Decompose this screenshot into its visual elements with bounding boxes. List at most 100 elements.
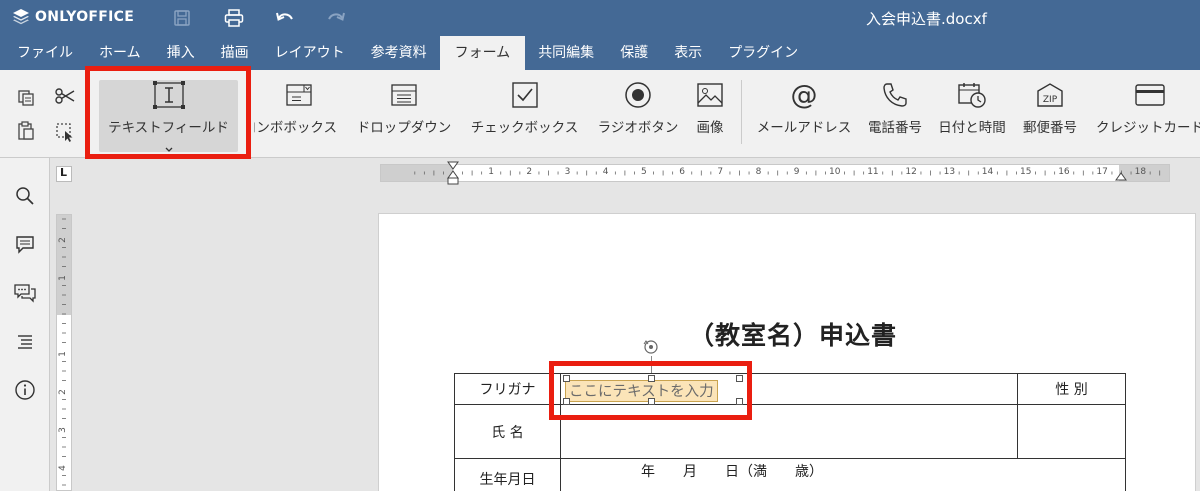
document-page[interactable]: （教室名）申込書 フリガナ 性 別 氏 名 生年月日 年 月 日（満 歳） ここ…	[378, 213, 1196, 491]
image-icon	[696, 80, 724, 110]
svg-text:ZIP: ZIP	[1043, 95, 1058, 105]
checkbox-icon	[510, 80, 540, 110]
radio-button-label: ラジオボタン	[597, 120, 679, 136]
combo-box-button[interactable]: コンボボックス	[254, 80, 344, 152]
combo-box-label: コンボボックス	[254, 120, 338, 136]
tab-collaboration[interactable]: 共同編集	[525, 36, 607, 70]
ruler-number: 16	[1058, 167, 1070, 177]
ruler-number: 9	[793, 167, 800, 177]
tab-view[interactable]: 表示	[661, 36, 715, 70]
gender-cell[interactable]	[1017, 404, 1126, 459]
horizontal-ruler[interactable]: 1 2 3 4 5 6 7 8 9 10 11 12 13 14 15 16 17 18	[380, 161, 1170, 185]
ruler-number: 4	[602, 167, 609, 177]
redo-icon[interactable]	[324, 6, 348, 30]
ruler-number: 13	[943, 167, 956, 177]
ruler-number: 1	[57, 275, 68, 281]
undo-icon[interactable]	[273, 6, 297, 30]
print-icon[interactable]	[222, 6, 246, 30]
vertical-ruler[interactable]: 2 1 1 2 3 4	[56, 214, 72, 491]
zip-code-icon: ZIP	[1035, 80, 1065, 110]
highlight-text-field-button	[85, 66, 251, 159]
tab-insert[interactable]: 挿入	[154, 36, 208, 70]
ruler-number: 7	[717, 167, 724, 177]
tab-references[interactable]: 参考資料	[358, 36, 440, 70]
checkbox-label: チェックボックス	[470, 120, 579, 136]
cut-icon[interactable]	[53, 84, 77, 108]
ruler-number: 2	[526, 167, 533, 177]
checkbox-button[interactable]: チェックボックス	[466, 80, 583, 152]
dropdown-icon	[389, 80, 419, 110]
ruler-number: 8	[755, 167, 762, 177]
email-label: メールアドレス	[756, 120, 852, 136]
phone-label: 電話番号	[868, 120, 922, 136]
zip-code-label: 郵便番号	[1023, 120, 1077, 136]
birthdate-label: 生年月日	[454, 458, 561, 491]
phone-icon	[881, 80, 909, 110]
gender-label: 性 別	[1017, 373, 1126, 405]
ruler-number: 1	[488, 167, 494, 177]
indent-marker-icon[interactable]	[447, 161, 459, 185]
ruler-number: 3	[57, 427, 68, 433]
tab-stop-selector[interactable]: L	[56, 166, 72, 182]
tab-stop-mark: L	[60, 166, 68, 179]
calendar-clock-icon	[957, 80, 987, 110]
logo-text: ONLYOFFICE	[35, 9, 135, 25]
image-button[interactable]: 画像	[690, 80, 730, 152]
ruler-number: 5	[641, 167, 647, 177]
tab-layout[interactable]: レイアウト	[262, 36, 358, 70]
right-indent-marker-icon[interactable]	[1115, 171, 1127, 181]
onlyoffice-logo-icon	[13, 9, 29, 25]
ruler-number: 2	[57, 389, 68, 395]
navigation-icon[interactable]	[13, 330, 37, 354]
info-icon[interactable]	[13, 378, 37, 402]
tab-home[interactable]: ホーム	[86, 36, 154, 70]
tab-protection[interactable]: 保護	[607, 36, 661, 70]
credit-card-icon	[1134, 80, 1166, 110]
app-logo: ONLYOFFICE	[12, 8, 134, 26]
combo-box-icon	[284, 80, 314, 110]
date-time-button[interactable]: 日付と時間	[934, 80, 1010, 152]
ruler-number: 15	[1020, 167, 1032, 177]
left-sidebar	[0, 158, 50, 491]
select-all-icon[interactable]	[53, 120, 77, 144]
radio-button[interactable]: ラジオボタン	[593, 80, 683, 152]
rotate-handle-icon[interactable]	[642, 338, 660, 356]
dropdown-label: ドロップダウン	[356, 120, 452, 136]
birthdate-value[interactable]: 年 月 日（満 歳）	[560, 458, 1126, 491]
credit-card-button[interactable]: クレジットカード	[1090, 80, 1200, 152]
tab-file[interactable]: ファイル	[4, 36, 86, 70]
chat-icon[interactable]	[13, 281, 37, 305]
ruler-number: 11	[867, 167, 879, 177]
dropdown-button[interactable]: ドロップダウン	[354, 80, 454, 152]
toolbar-separator	[741, 80, 742, 144]
tab-draw[interactable]: 描画	[208, 36, 262, 70]
ruler-number: 18	[1134, 167, 1147, 177]
search-icon[interactable]	[13, 184, 37, 208]
phone-button[interactable]: 電話番号	[863, 80, 927, 152]
ruler-ticks	[414, 170, 1161, 176]
ruler-number: 2	[57, 237, 68, 243]
tab-plugins[interactable]: プラグイン	[715, 36, 811, 70]
date-time-label: 日付と時間	[938, 120, 1006, 136]
comments-icon[interactable]	[13, 232, 37, 256]
copy-icon[interactable]	[14, 86, 38, 110]
highlight-text-field-input	[549, 361, 752, 420]
ruler-number: 4	[57, 465, 68, 471]
zip-code-button[interactable]: ZIP 郵便番号	[1018, 80, 1082, 152]
document-heading: （教室名）申込書	[689, 321, 898, 350]
tab-forms[interactable]: フォーム	[439, 36, 526, 70]
ruler-number: 17	[1096, 167, 1108, 177]
save-icon[interactable]	[170, 6, 194, 30]
email-button[interactable]: @ メールアドレス	[752, 80, 856, 152]
image-label: 画像	[696, 120, 724, 136]
ruler-number: 3	[564, 167, 571, 177]
furigana-label: フリガナ	[454, 373, 561, 405]
ruler-number: 12	[905, 167, 917, 177]
radio-button-icon	[623, 80, 653, 110]
ruler-number: 10	[829, 167, 841, 177]
title-bar: ONLYOFFICE 入会申込書.docxf	[0, 0, 1200, 36]
name-label: 氏 名	[454, 404, 561, 459]
ruler-number: 1	[57, 351, 68, 357]
paste-icon[interactable]	[14, 119, 38, 143]
ruler-number: 14	[981, 167, 994, 177]
